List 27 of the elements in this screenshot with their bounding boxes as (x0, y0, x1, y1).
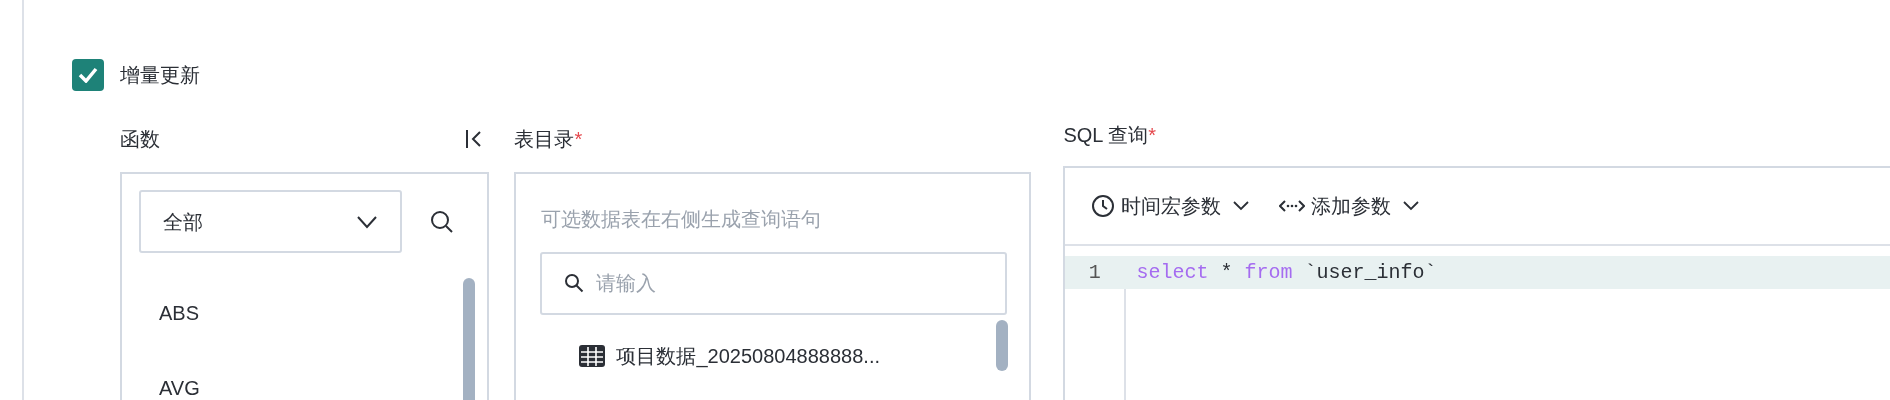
chevron-down-icon (1233, 201, 1250, 211)
table-item[interactable]: 项目数据_20250804888888... (616, 341, 880, 371)
section-label: SQL 查询* (1063, 123, 1156, 148)
checkbox[interactable] (72, 59, 104, 91)
category-dropdown[interactable]: 全部 (139, 190, 402, 253)
chevron-down-icon (356, 214, 378, 229)
collapse-icon[interactable] (465, 127, 484, 151)
chevron-down-icon (1403, 201, 1420, 211)
function-item[interactable]: AVG (159, 373, 200, 400)
checkbox-label: 增量更新 (120, 63, 200, 88)
function-item[interactable]: ABS (159, 298, 200, 328)
clock-icon (1091, 194, 1116, 218)
table-icon (578, 344, 607, 368)
check-icon (78, 67, 98, 83)
section-label: 表目录* (514, 127, 583, 152)
search-icon (564, 273, 585, 293)
line-number: 1 (1087, 259, 1102, 286)
toolbar-dropdown[interactable]: 添加参数 (1279, 191, 1420, 221)
code-icon (1279, 198, 1306, 214)
section-label: 函数 (120, 127, 160, 152)
search-icon[interactable] (430, 209, 454, 234)
code-line: select * from `user_info` (1136, 259, 1437, 286)
scrollbar-thumb[interactable] (996, 320, 1009, 371)
scrollbar-thumb[interactable] (463, 278, 475, 400)
toolbar-dropdown[interactable]: 时间宏参数 (1091, 191, 1250, 221)
search-field[interactable]: 请输入 (540, 252, 1008, 315)
hint-text: 可选数据表在右侧生成查询语句 (541, 207, 823, 232)
